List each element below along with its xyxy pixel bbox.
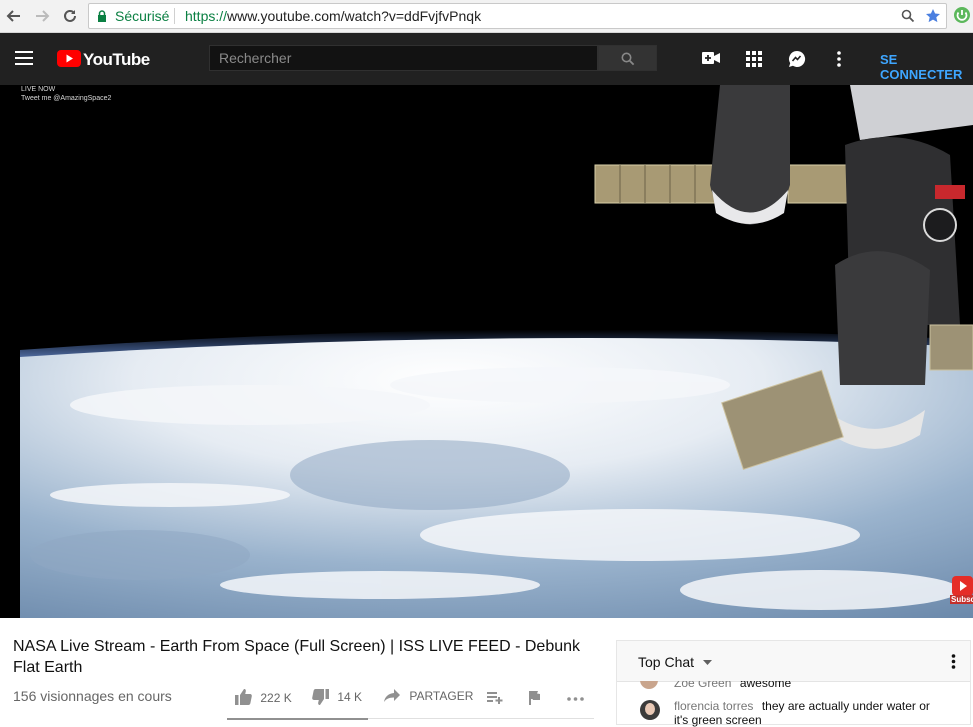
chat-message: florencia torres they are actually under…	[617, 696, 970, 727]
secure-label: Sécurisé	[115, 8, 170, 24]
report-flag-icon[interactable]	[529, 691, 541, 705]
back-arrow-icon[interactable]	[4, 6, 24, 26]
url-scheme: https://	[185, 8, 228, 24]
youtube-logo-icon[interactable]	[57, 50, 81, 67]
youtube-header: YouTube Rechercher SE CONNECTER	[0, 33, 973, 85]
more-horizontal-icon[interactable]	[567, 697, 584, 701]
thumbs-up-icon	[235, 689, 252, 705]
search-button[interactable]	[598, 45, 657, 71]
chat-more-icon[interactable]	[951, 654, 956, 669]
chat-author: florencia torres	[674, 699, 754, 713]
video-frame	[0, 85, 973, 618]
menu-icon[interactable]	[15, 51, 33, 65]
address-divider	[174, 8, 175, 24]
url-rest: www.youtube.com/watch?v=ddFvjfvPnqk	[227, 8, 482, 24]
sentiment-bar-likes	[227, 718, 368, 720]
forward-arrow-icon[interactable]	[32, 6, 52, 26]
avatar	[640, 681, 658, 689]
like-button[interactable]: 222 K	[235, 689, 292, 705]
upload-video-icon[interactable]	[702, 51, 720, 65]
add-to-playlist-icon[interactable]	[487, 692, 503, 704]
subscribe-badge[interactable]: Subsc	[950, 576, 973, 606]
chat-message-text: florencia torres they are actually under…	[674, 699, 954, 727]
chat-message-text: Zoë Green awesome	[674, 681, 791, 689]
browser-toolbar: Sécurisé https://www.youtube.com/watch?v…	[0, 0, 973, 33]
sentiment-bar-track	[368, 718, 594, 719]
share-arrow-icon	[384, 689, 400, 702]
avatar	[640, 700, 660, 720]
like-count: 222 K	[260, 691, 292, 705]
subscribe-play-icon	[952, 576, 973, 596]
search-icon	[621, 52, 635, 66]
bookmark-star-icon[interactable]	[925, 8, 941, 24]
url-text[interactable]: https://www.youtube.com/watch?v=ddFvjfvP…	[185, 8, 481, 24]
search-input[interactable]: Rechercher	[209, 45, 598, 71]
live-chat-panel: Top Chat Zoë Green awesome florencia tor…	[616, 640, 971, 727]
chat-header: Top Chat	[617, 641, 970, 682]
video-player[interactable]: LIVE NOW Tweet me @AmazingSpace2 Subsc	[0, 85, 973, 618]
share-button[interactable]: PARTAGER	[384, 689, 473, 703]
video-title: NASA Live Stream - Earth From Space (Ful…	[13, 638, 581, 676]
chat-message-clipped: Zoë Green awesome	[617, 681, 970, 689]
address-bar[interactable]: Sécurisé https://www.youtube.com/watch?v…	[88, 3, 947, 29]
reload-icon[interactable]	[60, 6, 80, 26]
tweet-credit: Tweet me @AmazingSpace2	[21, 95, 112, 102]
more-vertical-icon[interactable]	[836, 51, 842, 67]
sign-in-button[interactable]: SE CONNECTER	[880, 52, 973, 82]
extension-icon[interactable]	[953, 6, 971, 24]
thumbs-down-icon	[312, 689, 329, 705]
messages-icon[interactable]	[788, 50, 806, 68]
youtube-logo-text[interactable]: YouTube	[83, 50, 150, 70]
chat-text: awesome	[739, 681, 792, 689]
chat-mode-dropdown[interactable]: Top Chat	[638, 654, 712, 670]
dislike-count: 14 K	[337, 690, 363, 704]
live-now-label: LIVE NOW	[21, 86, 56, 93]
dislike-button[interactable]: 14 K	[312, 689, 362, 705]
share-label: PARTAGER	[409, 689, 474, 703]
view-count: 156 visionnages en cours	[13, 688, 172, 704]
lock-icon	[98, 10, 106, 22]
apps-grid-icon[interactable]	[746, 51, 762, 67]
chat-text: they are actually under water or	[761, 699, 930, 713]
chat-mode-label: Top Chat	[638, 654, 695, 670]
zoom-icon[interactable]	[901, 9, 915, 23]
subscribe-label: Subsc	[950, 595, 973, 604]
stream-overlay-text: LIVE NOW Tweet me @AmazingSpace2	[21, 85, 111, 103]
chevron-down-icon	[702, 660, 712, 665]
chat-author: Zoë Green	[674, 681, 732, 689]
